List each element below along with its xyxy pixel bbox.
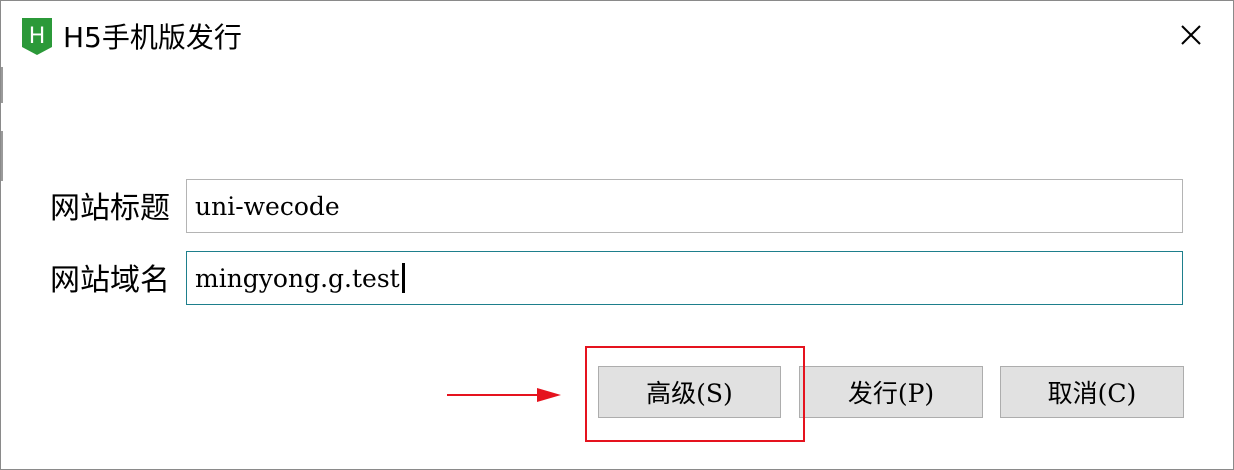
window-title: H5手机版发行 (63, 21, 242, 54)
annotation-highlight-box (585, 346, 805, 442)
site-domain-label: 网站域名 (50, 263, 170, 298)
publish-button[interactable]: 发行(P) (799, 366, 983, 418)
annotation-arrow-icon (447, 385, 563, 405)
title-bar: H H5手机版发行 (1, 1, 1233, 75)
site-title-label: 网站标题 (50, 191, 170, 226)
close-icon (1180, 24, 1202, 50)
site-title-input[interactable]: uni-wecode (186, 179, 1183, 233)
edge-divider (1, 131, 3, 181)
cancel-button[interactable]: 取消(C) (1000, 366, 1184, 418)
text-caret (401, 263, 405, 293)
site-domain-input[interactable]: mingyong.g.test (186, 251, 1183, 305)
svg-text:H: H (29, 24, 46, 49)
edge-divider (1, 67, 3, 103)
publish-dialog: H H5手机版发行 网站标题 uni-wecode 网站域名 mingyong.… (0, 0, 1234, 470)
hbuilder-logo-icon: H (22, 18, 52, 55)
site-title-value: uni-wecode (195, 191, 340, 221)
site-domain-value: mingyong.g.test (195, 263, 400, 293)
close-button[interactable] (1169, 15, 1213, 59)
